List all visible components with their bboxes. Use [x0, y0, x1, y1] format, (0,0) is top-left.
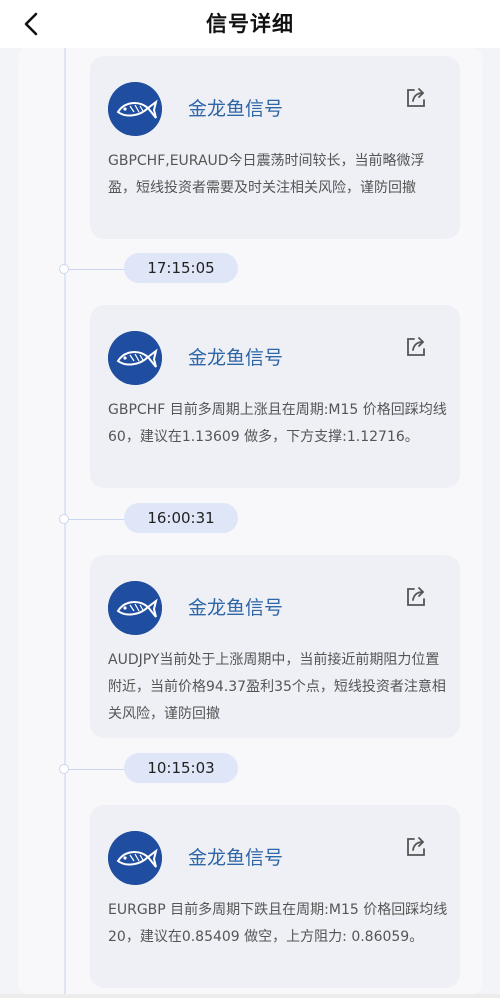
- signal-timeline[interactable]: 金龙鱼信号 GBPCHF,EURAUD今日震荡时间较长，当前略微浮盈，短线投资者…: [0, 48, 500, 994]
- fish-logo-icon: [108, 82, 162, 136]
- share-icon[interactable]: [404, 86, 428, 110]
- share-icon[interactable]: [404, 835, 428, 859]
- message-text: GBPCHF 目前多周期上涨且在周期:M15 价格回踩均线60，建议在1.136…: [108, 402, 447, 445]
- share-icon[interactable]: [404, 335, 428, 359]
- fish-logo-icon: [108, 331, 162, 385]
- share-icon[interactable]: [404, 585, 428, 609]
- fish-logo-icon: [108, 581, 162, 635]
- signal-card[interactable]: 金龙鱼信号 EURGBP 目前多周期下跌且在周期:M15 价格回踩均线20，建议…: [90, 805, 460, 988]
- top-bar: 信号详细: [0, 0, 500, 48]
- time-badge: 17:15:05: [124, 253, 238, 283]
- time-badge: 16:00:31: [124, 503, 238, 533]
- timeline-connector: [68, 269, 126, 270]
- message-text: GBPCHF,EURAUD今日震荡时间较长，当前略微浮盈，短线投资者需要及时关注…: [108, 153, 425, 196]
- time-badge: 10:15:03: [124, 753, 238, 783]
- message-text: AUDJPY当前处于上涨周期中，当前接近前期阻力位置附近，当前价格94.37盈利…: [108, 652, 446, 722]
- message-text: EURGBP 目前多周期下跌且在周期:M15 价格回踩均线20，建议在0.854…: [108, 902, 448, 945]
- page-title: 信号详细: [206, 12, 294, 36]
- signal-card[interactable]: 金龙鱼信号 GBPCHF,EURAUD今日震荡时间较长，当前略微浮盈，短线投资者…: [90, 56, 460, 239]
- timeline-connector: [68, 519, 126, 520]
- sender-name: 金龙鱼信号: [188, 98, 284, 120]
- fish-logo-icon: [108, 831, 162, 885]
- sender-name: 金龙鱼信号: [188, 847, 284, 869]
- sender-name: 金龙鱼信号: [188, 597, 284, 619]
- timeline-connector: [68, 769, 126, 770]
- signal-card[interactable]: 金龙鱼信号 GBPCHF 目前多周期上涨且在周期:M15 价格回踩均线60，建议…: [90, 305, 460, 488]
- signal-card[interactable]: 金龙鱼信号 AUDJPY当前处于上涨周期中，当前接近前期阻力位置附近，当前价格9…: [90, 555, 460, 738]
- sender-name: 金龙鱼信号: [188, 347, 284, 369]
- bottom-edge: [0, 994, 500, 998]
